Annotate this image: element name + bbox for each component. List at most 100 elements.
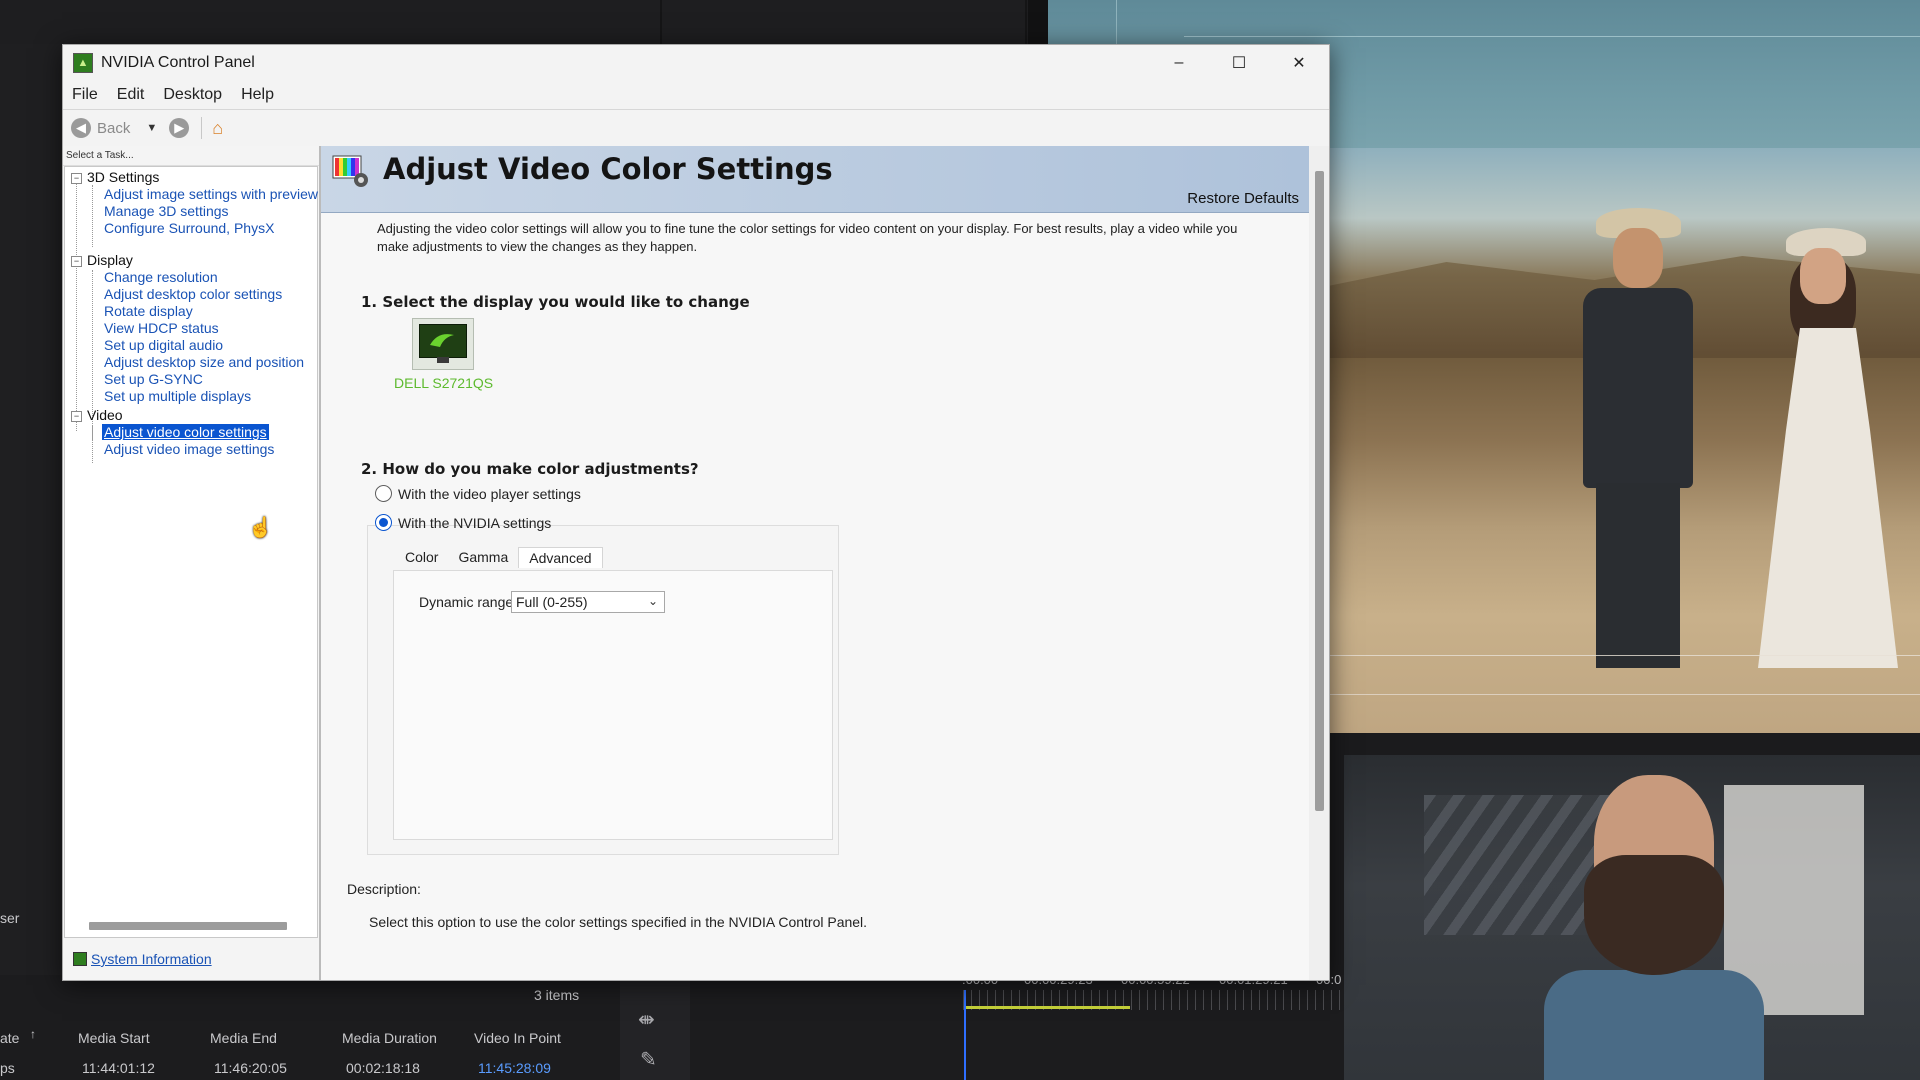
bride-figure [1758,228,1898,668]
display-tile[interactable] [412,318,474,370]
radio-video-player[interactable] [375,485,392,502]
close-button[interactable]: ✕ [1269,45,1329,81]
tree-item-manage-3d-settings[interactable]: Manage 3D settings [104,203,229,219]
tree-item-view-hdcp[interactable]: View HDCP status [104,320,219,336]
system-information-label: System Information [91,951,212,967]
maximize-button[interactable]: ☐ [1209,45,1269,81]
work-area-bar[interactable] [964,1006,1130,1009]
menu-file[interactable]: File [72,86,98,104]
panel-divider [1025,0,1027,44]
table-cell: 00:02:18:18 [346,1060,420,1076]
chevron-down-icon: ⌄ [647,594,658,608]
content-pane: Adjust Video Color Settings Restore Defa… [321,146,1329,980]
dynamic-range-value: Full (0-255) [516,594,588,610]
ripple-edit-icon[interactable]: ⇼ [638,1007,655,1032]
settings-tabs: Color Gamma Advanced [395,547,603,568]
description-text: Select this option to use the color sett… [369,914,868,930]
toolbar: ◀ Back ▼ ▶ ⌂ [63,109,1329,147]
sort-arrow-icon[interactable]: ↑ [30,1027,36,1041]
column-header[interactable]: ate [0,1030,19,1046]
task-pane: Select a Task... − 3D Settings Adjust im… [63,146,321,980]
items-count: 3 items [534,987,580,1003]
option-video-player-label: With the video player settings [398,485,581,502]
option-nvidia-label: With the NVIDIA settings [398,514,552,531]
table-cell: 11:44:01:12 [82,1060,155,1076]
tree-item-rotate-display[interactable]: Rotate display [104,303,193,319]
collapse-toggle[interactable]: − [71,173,82,184]
tab-gamma[interactable]: Gamma [448,547,518,568]
tree-item-adjust-video-color[interactable]: Adjust video color settings [102,424,269,440]
page-banner: Adjust Video Color Settings Restore Defa… [321,146,1309,213]
column-header[interactable]: Media Duration [342,1030,437,1046]
home-icon[interactable]: ⌂ [212,118,223,139]
radio-nvidia-settings[interactable] [375,514,392,531]
nvidia-control-panel-window: ▲ NVIDIA Control Panel – ☐ ✕ File Edit D… [62,44,1330,981]
title-bar[interactable]: ▲ NVIDIA Control Panel – ☐ ✕ [63,45,1329,81]
minimize-button[interactable]: – [1149,45,1209,81]
presenter [1544,775,1764,1080]
restore-defaults-link[interactable]: Restore Defaults [1187,190,1299,207]
tree-item-adjust-desktop-color[interactable]: Adjust desktop color settings [104,286,282,302]
panel-divider [660,0,662,44]
task-tree: − 3D Settings Adjust image settings with… [64,166,318,938]
menu-help[interactable]: Help [241,86,274,104]
tree-category-3d-settings[interactable]: 3D Settings [87,169,159,185]
toolbar-separator [201,117,203,139]
task-pane-header: Select a Task... [63,146,319,166]
tree-item-configure-surround[interactable]: Configure Surround, PhysX [104,220,274,236]
collapse-toggle[interactable]: − [71,411,82,422]
info-icon [73,952,87,966]
tab-advanced[interactable]: Advanced [518,547,603,568]
option-nvidia-settings[interactable]: With the NVIDIA settings [375,514,551,531]
scrollbar-thumb[interactable] [1315,171,1324,811]
forward-arrow-icon[interactable]: ▶ [169,118,190,138]
description-heading: Description: [347,881,421,897]
tree-line [92,425,93,463]
display-name[interactable]: DELL S2721QS [394,375,493,391]
option-video-player[interactable]: With the video player settings [375,485,581,502]
tree-item-desktop-size[interactable]: Adjust desktop size and position [104,354,304,370]
editor-top-panel [0,0,1047,44]
monitor-stand [437,357,449,363]
column-header[interactable]: Media Start [78,1030,150,1046]
window-title: NVIDIA Control Panel [101,54,255,71]
menu-edit[interactable]: Edit [117,86,145,104]
intro-text: Adjusting the video color settings will … [377,220,1301,256]
table-cell: 11:45:28:09 [478,1060,551,1076]
dynamic-range-label: Dynamic range: [419,594,518,610]
tools-column: ⇼ ✎ [620,975,690,1080]
monitor-icon [419,324,467,358]
program-monitor-video [1328,148,1920,733]
safe-margin-line [1328,694,1920,695]
tree-category-display[interactable]: Display [87,252,133,268]
tree-item-multiple-displays[interactable]: Set up multiple displays [104,388,251,404]
tree-category-video[interactable]: Video [87,407,123,423]
tree-item-adjust-image-settings[interactable]: Adjust image settings with preview [104,186,318,202]
menu-desktop[interactable]: Desktop [163,86,222,104]
tree-line [76,180,77,431]
menu-bar: File Edit Desktop Help [63,81,1329,109]
column-header[interactable]: Media End [210,1030,277,1046]
pen-tool-icon[interactable]: ✎ [640,1047,657,1072]
video-color-icon [332,155,368,187]
tree-item-digital-audio[interactable]: Set up digital audio [104,337,223,353]
intro-line: Adjusting the video color settings will … [377,221,1238,236]
panel-label: ser [0,910,20,926]
collapse-toggle[interactable]: − [71,256,82,267]
nvidia-logo-icon: ▲ [73,53,93,73]
step-1-heading: 1. Select the display you would like to … [361,293,750,311]
dynamic-range-select[interactable]: Full (0-255) ⌄ [511,591,665,613]
system-information-link[interactable]: System Information [73,951,212,967]
tab-color[interactable]: Color [395,547,448,568]
column-header[interactable]: Video In Point [474,1030,561,1046]
back-button[interactable]: ◀ Back [71,118,130,138]
tree-horizontal-scrollbar[interactable] [89,922,287,930]
tree-item-change-resolution[interactable]: Change resolution [104,269,218,285]
tree-item-adjust-video-image[interactable]: Adjust video image settings [104,441,274,457]
tree-item-gsync[interactable]: Set up G-SYNC [104,371,203,387]
step-2-heading: 2. How do you make color adjustments? [361,460,699,478]
safe-margin-line [1184,36,1920,37]
page-title: Adjust Video Color Settings [383,152,833,186]
back-history-dropdown-icon[interactable]: ▼ [146,122,157,134]
playhead[interactable] [964,990,966,1080]
